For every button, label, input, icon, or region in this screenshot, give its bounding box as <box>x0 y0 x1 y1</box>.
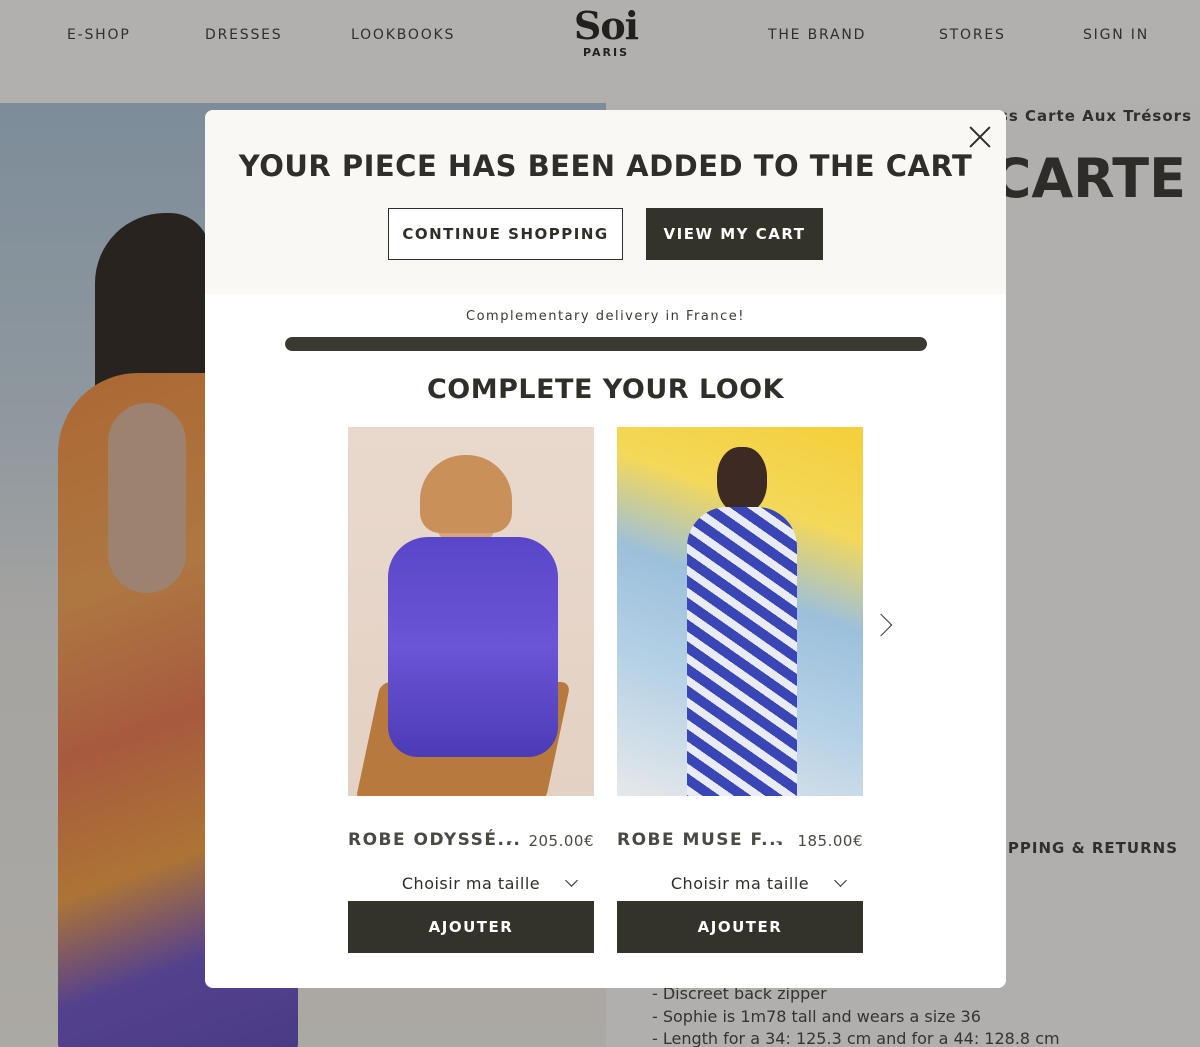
image-blue-print-dress <box>687 507 797 796</box>
delivery-progress-fill <box>285 337 927 351</box>
image-model-head <box>717 447 767 513</box>
product-price: - 185.00€ <box>776 832 863 850</box>
product-name[interactable]: ROBE MUSE F... <box>617 830 785 850</box>
add-to-cart-button[interactable]: AJOUTER <box>348 901 594 953</box>
price-separator: - <box>775 832 782 850</box>
add-to-cart-button[interactable]: AJOUTER <box>617 901 863 953</box>
product-image[interactable] <box>617 427 863 796</box>
chevron-right-icon[interactable] <box>869 613 893 637</box>
product-image[interactable] <box>348 427 594 796</box>
price-value: 205.00€ <box>528 832 594 850</box>
complete-look-title: COMPLETE YOUR LOOK <box>426 374 785 405</box>
image-purple-dress <box>388 537 558 757</box>
close-icon[interactable] <box>968 125 992 149</box>
modal-title: YOUR PIECE HAS BEEN ADDED TO THE CART <box>238 149 973 183</box>
size-select[interactable]: Choisir ma taille <box>617 874 863 893</box>
product-name[interactable]: ROBE ODYSSÉ... <box>348 830 521 850</box>
free-delivery-message: Complementary delivery in France! <box>466 309 745 324</box>
view-cart-button[interactable]: VIEW MY CART <box>646 208 823 260</box>
price-value: 185.00€ <box>797 832 863 850</box>
add-to-cart-modal: YOUR PIECE HAS BEEN ADDED TO THE CART CO… <box>205 110 1006 988</box>
recommended-product-card: ROBE ODYSSÉ... - 205.00€ Choisir ma tail… <box>348 427 594 953</box>
image-model-hair <box>420 455 512 533</box>
continue-shopping-button[interactable]: CONTINUE SHOPPING <box>388 208 623 260</box>
product-price: - 205.00€ <box>507 832 594 850</box>
delivery-progress-bar <box>285 337 927 351</box>
modal-header: YOUR PIECE HAS BEEN ADDED TO THE CART CO… <box>205 110 1006 294</box>
recommended-product-card: ROBE MUSE F... - 185.00€ Choisir ma tail… <box>617 427 863 953</box>
size-select[interactable]: Choisir ma taille <box>348 874 594 893</box>
price-separator: - <box>506 832 513 850</box>
